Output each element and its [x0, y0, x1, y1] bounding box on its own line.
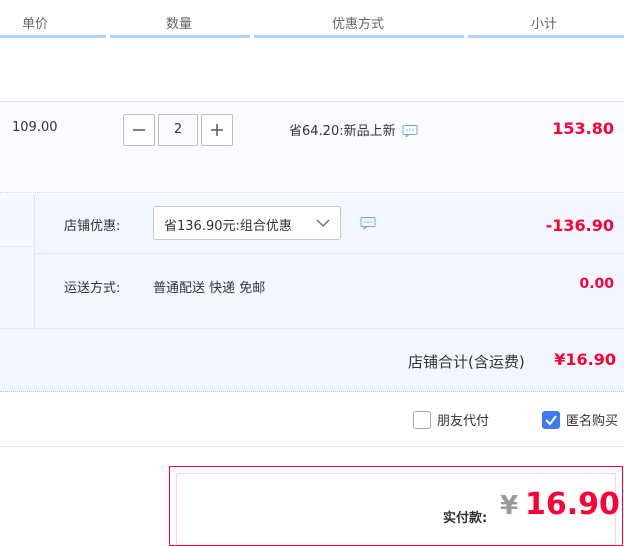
- payment-currency: ¥: [500, 491, 519, 521]
- store-total-amount: ¥16.90: [554, 350, 616, 369]
- plus-icon: [211, 124, 223, 136]
- divider: [0, 446, 624, 447]
- divider: [34, 253, 624, 254]
- quantity-input[interactable]: 2: [158, 114, 198, 146]
- discount-select-value: 省136.90元:组合优惠: [164, 219, 292, 234]
- quantity-stepper: 2: [123, 114, 233, 146]
- left-strip: [0, 194, 33, 247]
- item-subtotal: 153.80: [552, 119, 614, 138]
- item-row: 109.00 2 省64.20:新品上新 153.80: [0, 101, 624, 193]
- chat-bubble-icon[interactable]: [360, 216, 376, 230]
- col-subtotal-header: 小计: [531, 17, 558, 32]
- left-strip: [0, 247, 33, 329]
- chat-bubble-icon[interactable]: [402, 125, 418, 137]
- header-underline: [110, 35, 250, 38]
- anonymous-option[interactable]: 匿名购买: [542, 410, 618, 429]
- store-total-row: 店铺合计(含运费) ¥16.90: [0, 328, 624, 392]
- col-qty-header: 数量: [166, 17, 193, 32]
- decrease-button[interactable]: [123, 114, 155, 146]
- payment-amount: 16.90: [525, 487, 620, 522]
- col-promo-header: 优惠方式: [332, 17, 385, 32]
- table-header: 单价 数量 优惠方式 小计: [0, 0, 624, 38]
- item-promo: 省64.20:新品上新: [289, 120, 418, 139]
- col-price-header: 单价: [22, 17, 49, 32]
- check-icon: [545, 414, 557, 426]
- header-underline: [254, 35, 464, 38]
- anonymous-checkbox[interactable]: [542, 410, 560, 429]
- shipping-label: 运送方式:: [64, 281, 121, 296]
- payment-label: 实付款:: [443, 511, 488, 526]
- friend-pay-option[interactable]: 朋友代付: [413, 410, 489, 429]
- item-promo-text: 省64.20:新品上新: [289, 124, 396, 139]
- header-underline: [0, 35, 106, 38]
- unit-price: 109.00: [12, 120, 58, 135]
- shipping-amount: 0.00: [579, 276, 614, 292]
- store-total-label: 店铺合计(含运费): [408, 353, 525, 371]
- increase-button[interactable]: [201, 114, 233, 146]
- discount-label: 店铺优惠:: [64, 219, 121, 234]
- shipping-value: 普通配送 快递 免邮: [153, 281, 266, 296]
- friend-pay-label: 朋友代付: [437, 414, 490, 429]
- header-underline: [468, 35, 624, 38]
- anonymous-label: 匿名购买: [566, 414, 619, 429]
- payment-box: 实付款: ¥ 16.90: [169, 466, 623, 546]
- minus-icon: [133, 129, 145, 131]
- chevron-down-icon: [316, 219, 330, 227]
- friend-pay-checkbox[interactable]: [413, 410, 431, 429]
- discount-select[interactable]: 省136.90元:组合优惠: [153, 206, 341, 240]
- discount-amount: -136.90: [545, 216, 614, 235]
